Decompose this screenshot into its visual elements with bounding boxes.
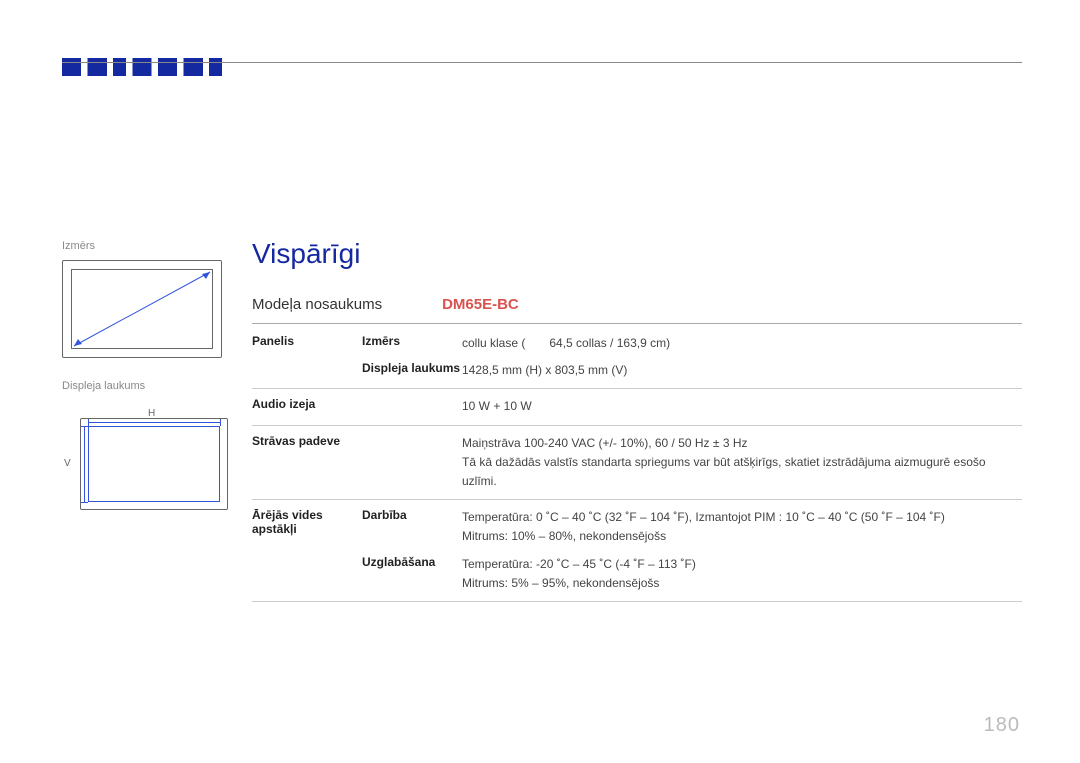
spec-value: 10 W + 10 W <box>462 397 1022 416</box>
model-name-value: DM65E-BC <box>442 296 519 313</box>
v-axis-label: V <box>64 458 71 469</box>
spec-category: Audio izeja <box>252 397 362 411</box>
spec-category: Panelis <box>252 334 362 348</box>
brand-logo <box>62 58 222 76</box>
table-row: Strāvas padeve Maiņstrāva 100-240 VAC (+… <box>252 426 1022 501</box>
spec-category: Ārējās vides apstākļi <box>252 508 362 536</box>
spec-value: collu klase ( 64,5 collas / 163,9 cm) <box>462 334 1022 353</box>
spec-key: Uzglabāšana <box>362 555 462 569</box>
spec-table: Panelis Izmērs collu klase ( 64,5 collas… <box>252 326 1022 602</box>
sidebar-label-size: Izmērs <box>62 240 227 252</box>
page-title: Vispārīgi <box>252 238 1022 270</box>
table-row: Ārējās vides apstākļi Darbība Temperatūr… <box>252 500 1022 548</box>
model-name-label: Modeļa nosaukums <box>252 296 382 313</box>
page-number: 180 <box>984 714 1020 737</box>
h-axis-label: H <box>148 408 155 419</box>
spec-value: 1428,5 mm (H) x 803,5 mm (V) <box>462 361 1022 380</box>
spec-key: Darbība <box>362 508 462 522</box>
spec-category: Strāvas padeve <box>252 434 362 448</box>
main-content: Vispārīgi Modeļa nosaukums DM65E-BC Pane… <box>252 238 1022 602</box>
table-row: Panelis Izmērs collu klase ( 64,5 collas… <box>252 326 1022 357</box>
sidebar: Izmērs Displeja laukums H V <box>62 240 227 518</box>
table-row: Displeja laukums 1428,5 mm (H) x 803,5 m… <box>252 357 1022 388</box>
spec-value: Temperatūra: 0 ˚C – 40 ˚C (32 ˚F – 104 ˚… <box>462 508 1022 546</box>
table-row: Audio izeja 10 W + 10 W <box>252 389 1022 425</box>
spec-value: Maiņstrāva 100-240 VAC (+/- 10%), 60 / 5… <box>462 434 1022 492</box>
spec-key: Izmērs <box>362 334 462 348</box>
diagram-display-area: H V <box>62 400 232 518</box>
sidebar-label-display-area: Displeja laukums <box>62 380 227 392</box>
header-divider <box>62 62 1022 63</box>
table-row: Uzglabāšana Temperatūra: -20 ˚C – 45 ˚C … <box>252 549 1022 601</box>
spec-key: Displeja laukums <box>362 361 462 375</box>
diagram-size <box>62 260 222 358</box>
spec-value: Temperatūra: -20 ˚C – 45 ˚C (-4 ˚F – 113… <box>462 555 1022 593</box>
model-row: Modeļa nosaukums DM65E-BC <box>252 290 1022 324</box>
